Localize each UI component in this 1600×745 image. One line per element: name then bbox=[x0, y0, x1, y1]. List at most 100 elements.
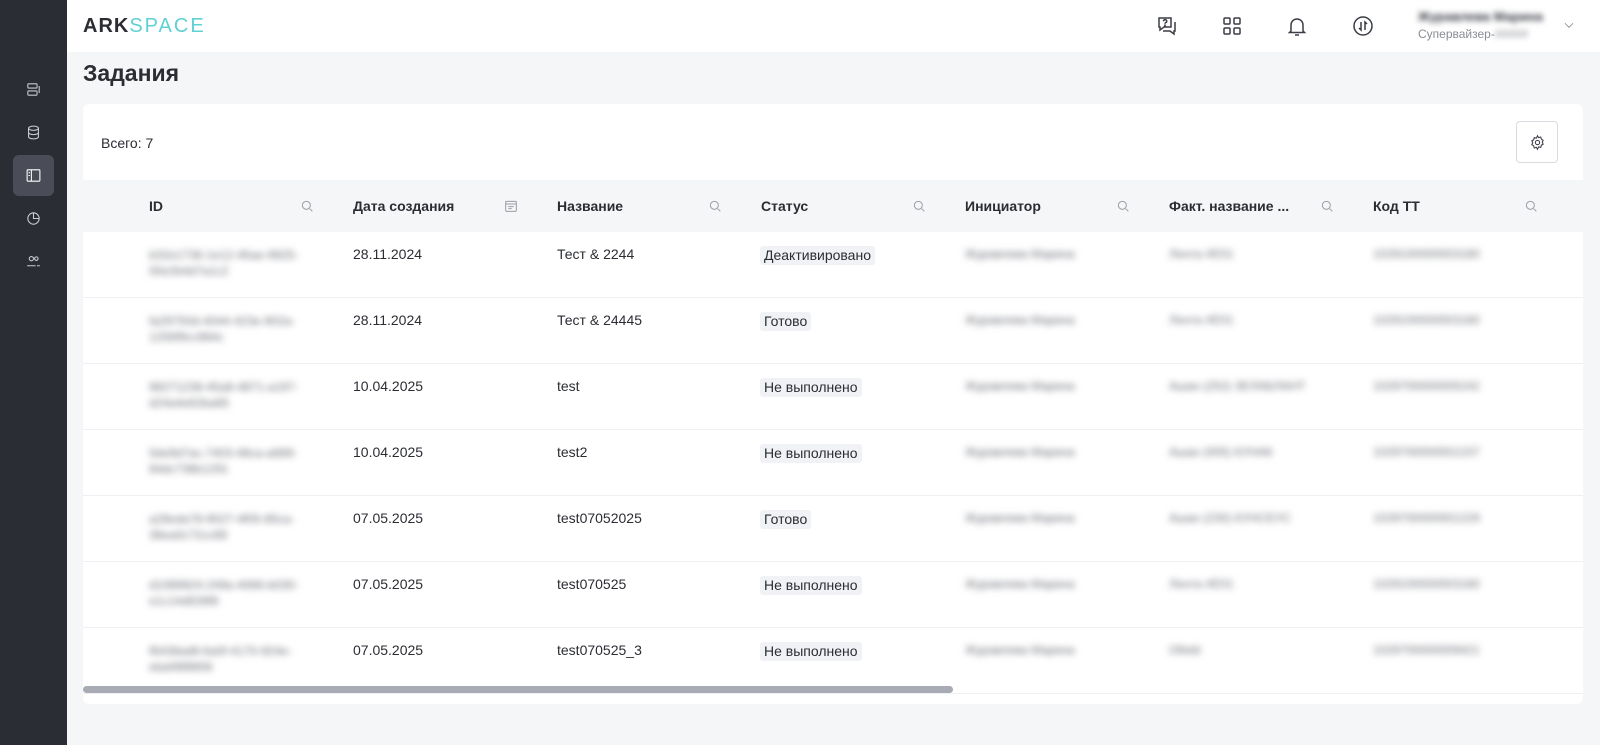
cell-fact-name: Лента #Е01 bbox=[1169, 577, 1234, 591]
cell-date: 28.11.2024 bbox=[353, 312, 423, 328]
status-badge: Не выполнено bbox=[760, 576, 862, 595]
sidebar-item-servers[interactable] bbox=[13, 69, 54, 110]
table-settings-button[interactable] bbox=[1516, 121, 1558, 163]
cell-date: 07.05.2025 bbox=[353, 510, 424, 526]
user-role: Супервайзер-##### bbox=[1418, 27, 1529, 41]
column-header-initiator[interactable]: Инициатор bbox=[965, 180, 1155, 232]
cell-status: Не выполнено bbox=[760, 378, 862, 397]
pie-chart-icon bbox=[27, 212, 40, 225]
table-row[interactable]: d1089924-249a-4066-b030-e1c14d639f8 07.05… bbox=[83, 562, 1583, 628]
database-icon bbox=[28, 125, 39, 140]
cell-code: 1029100000003180 bbox=[1373, 247, 1480, 261]
status-badge: Готово bbox=[760, 510, 812, 529]
cell-date: 07.05.2025 bbox=[353, 576, 424, 592]
cell-initiator: Журавлева Марина bbox=[965, 313, 1075, 327]
cell-fact-name: Ашан (005) КУНАК bbox=[1169, 445, 1274, 459]
cell-initiator: Журавлева Марина bbox=[965, 643, 1075, 657]
cell-code: 1029700000001229 bbox=[1373, 511, 1480, 525]
cell-id: fa29750d-4044-423e-902a-1256f9cc984c bbox=[149, 314, 296, 344]
help-chat-icon bbox=[1158, 17, 1176, 36]
cell-status: Не выполнено bbox=[760, 642, 862, 661]
search-icon[interactable] bbox=[707, 198, 723, 214]
cell-code: 1029100000003180 bbox=[1373, 577, 1480, 591]
cell-fact-name: Ашан (252) ЗЕЛАБЛАНТ bbox=[1169, 379, 1306, 393]
cell-fact-name: Лента #Е01 bbox=[1169, 313, 1234, 327]
cell-code: 1029700000001237 bbox=[1373, 445, 1480, 459]
switch-button[interactable] bbox=[1349, 12, 1377, 40]
user-name: Журавлева Марина bbox=[1418, 9, 1544, 24]
status-badge: Не выполнено bbox=[760, 378, 862, 397]
total-count: Всего: 7 bbox=[101, 135, 154, 151]
table-row[interactable]: b32e1736-1e12-45ae-9925-00e2b4d7a1c2 28.1… bbox=[83, 232, 1583, 298]
status-badge: Не выполнено bbox=[760, 642, 862, 661]
scrollbar-thumb[interactable] bbox=[83, 686, 953, 693]
cell-status: Не выполнено bbox=[760, 444, 862, 463]
cell-initiator: Журавлева Марина bbox=[965, 511, 1075, 525]
column-header-id[interactable]: ID bbox=[149, 180, 339, 232]
bell-icon bbox=[1287, 18, 1307, 36]
help-chat-button[interactable] bbox=[1153, 12, 1181, 40]
cell-name: test bbox=[557, 378, 580, 394]
cell-code: 1029100000003180 bbox=[1373, 313, 1480, 327]
calendar-icon[interactable] bbox=[503, 198, 519, 214]
table-row[interactable]: a28eda78-9027-4f05-85ca-38ea0c72cc89 07.0… bbox=[83, 496, 1583, 562]
status-badge: Готово bbox=[760, 312, 812, 331]
sidebar-item-database[interactable] bbox=[13, 112, 54, 153]
top-bar: ARKSPACE Журавлева Марина Супервайзер-##… bbox=[67, 0, 1600, 52]
cell-status: Деактивировано bbox=[760, 246, 875, 265]
column-header-date[interactable]: Дата создания bbox=[353, 180, 543, 232]
table-row[interactable]: fa29750d-4044-423e-902a-1256f9cc984c 28.1… bbox=[83, 298, 1583, 364]
user-menu-chevron[interactable] bbox=[1562, 18, 1576, 32]
grid-icon bbox=[1223, 17, 1241, 35]
tasks-card: Всего: 7 ID Дата создания Название Стату… bbox=[83, 104, 1583, 704]
cell-initiator: Журавлева Марина bbox=[965, 379, 1075, 393]
search-icon[interactable] bbox=[1115, 198, 1131, 214]
cell-date: 10.04.2025 bbox=[353, 444, 424, 460]
cell-id: 98271238-45a8-4871-a197-d24a4e62ba65 bbox=[149, 380, 299, 410]
cell-initiator: Журавлева Марина bbox=[965, 247, 1075, 261]
sidebar bbox=[0, 0, 67, 745]
gear-icon bbox=[1530, 134, 1544, 150]
cell-name: test2 bbox=[557, 444, 588, 460]
search-icon[interactable] bbox=[1523, 198, 1539, 214]
page-title: Задания bbox=[83, 60, 180, 86]
table-row[interactable]: 98271238-45a8-4871-a197-d24a4e62ba65 10.0… bbox=[83, 364, 1583, 430]
cell-code: 1029700000005242 bbox=[1373, 379, 1480, 393]
chevron-down-icon bbox=[1564, 22, 1574, 28]
horizontal-scrollbar[interactable] bbox=[83, 686, 1583, 694]
cell-id: a28eda78-9027-4f05-85ca-38ea0c72cc89 bbox=[149, 512, 295, 542]
cell-initiator: Журавлева Марина bbox=[965, 577, 1075, 591]
cell-date: 10.04.2025 bbox=[353, 378, 424, 394]
users-icon bbox=[27, 256, 40, 267]
layout-icon bbox=[26, 169, 41, 182]
cell-name: test070525 bbox=[557, 576, 627, 592]
cell-name: test07052025 bbox=[557, 510, 642, 526]
status-badge: Не выполнено bbox=[760, 444, 862, 463]
search-icon[interactable] bbox=[1319, 198, 1335, 214]
user-profile[interactable]: Журавлева Марина Супервайзер-##### bbox=[1418, 8, 1558, 44]
cell-initiator: Журавлева Марина bbox=[965, 445, 1075, 459]
column-header-status[interactable]: Статус bbox=[761, 180, 951, 232]
cell-fact-name: Ашан (230) КУНСЕУС bbox=[1169, 511, 1291, 525]
notifications-button[interactable] bbox=[1283, 12, 1311, 40]
cell-fact-name: Лента #Е01 bbox=[1169, 247, 1234, 261]
cell-name: Тест & 24445 bbox=[557, 312, 643, 328]
swap-icon bbox=[1353, 16, 1373, 36]
table-row[interactable]: 5de9d7ac-7403-48ca-a689-84dc738b1291 10.0… bbox=[83, 430, 1583, 496]
cell-name: Тест & 2244 bbox=[557, 246, 635, 262]
table-row[interactable]: f6438ad8-6a0f-4170-924e-ebd4f8f8f08 07.05… bbox=[83, 628, 1583, 694]
cell-id: f6438ad8-6a0f-4170-924e-ebd4f8f8f08 bbox=[149, 644, 292, 674]
sidebar-item-reports[interactable] bbox=[13, 198, 54, 239]
sidebar-item-users[interactable] bbox=[13, 241, 54, 282]
status-badge: Деактивировано bbox=[760, 246, 875, 265]
search-icon[interactable] bbox=[911, 198, 927, 214]
sidebar-item-tasks[interactable] bbox=[13, 155, 54, 196]
search-icon[interactable] bbox=[299, 198, 315, 214]
column-header-code[interactable]: Код ТТ bbox=[1373, 180, 1573, 232]
logo[interactable]: ARKSPACE bbox=[83, 14, 206, 38]
column-header-name[interactable]: Название bbox=[557, 180, 747, 232]
apps-button[interactable] bbox=[1218, 12, 1246, 40]
server-icon bbox=[27, 83, 40, 96]
cell-code: 1029700000009421 bbox=[1373, 643, 1480, 657]
column-header-fact-name[interactable]: Факт. название ... bbox=[1169, 180, 1359, 232]
